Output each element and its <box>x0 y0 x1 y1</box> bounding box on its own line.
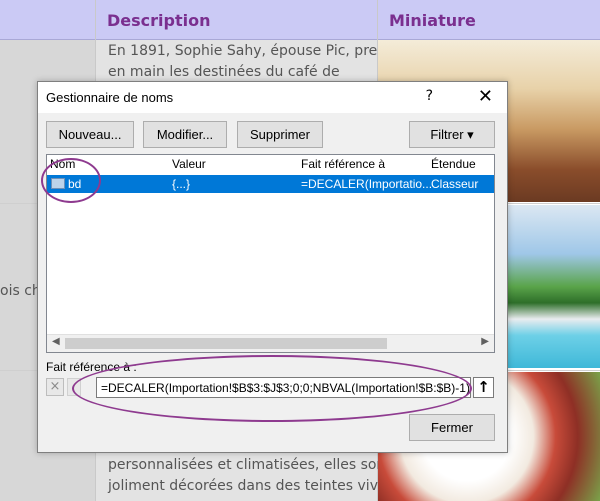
header-cell-miniature[interactable]: Miniature <box>377 0 600 40</box>
help-icon[interactable]: ? <box>426 88 433 104</box>
list-item-value: {...} <box>172 177 191 191</box>
description-text-row1-line2: en main les destinées du café de <box>108 64 340 80</box>
delete-button[interactable]: Supprimer <box>237 121 323 148</box>
annotation-ellipse-name <box>41 158 101 203</box>
description-text-row3-line1: personnalisées et climatisées, elles son… <box>108 457 391 473</box>
header-miniature-label: Miniature <box>389 11 476 30</box>
cancel-edit-icon[interactable]: × <box>46 378 64 396</box>
dialog-title: Gestionnaire de noms <box>46 90 174 105</box>
scroll-right-icon[interactable]: ▶ <box>481 336 489 347</box>
header-cell-blank <box>0 0 96 40</box>
filter-button[interactable]: Filtrer ▾ <box>409 121 495 148</box>
annotation-ellipse-formula <box>72 355 472 422</box>
column-header-value[interactable]: Valeur <box>172 157 206 171</box>
scrollbar-thumb[interactable] <box>65 338 387 349</box>
new-button[interactable]: Nouveau... <box>46 121 134 148</box>
close-button[interactable]: Fermer <box>409 414 495 441</box>
names-list[interactable]: Nom Valeur Fait référence à Étendue bd {… <box>46 154 495 353</box>
description-text-row1-line1: En 1891, Sophie Sahy, épouse Pic, prenai… <box>108 43 405 59</box>
header-cell-description[interactable]: Description <box>96 0 377 40</box>
horizontal-scrollbar[interactable]: ◀ ▶ <box>47 334 494 352</box>
list-item-refers-to: =DECALER(Importatio... <box>301 177 433 191</box>
close-icon[interactable]: ✕ <box>478 86 493 107</box>
list-item-scope: Classeur <box>431 177 479 191</box>
edit-button[interactable]: Modifier... <box>143 121 227 148</box>
description-text-row3-line2: joliment décorées dans des teintes vives <box>108 478 394 494</box>
column-header-scope[interactable]: Étendue <box>431 157 476 171</box>
dialog-titlebar[interactable]: Gestionnaire de noms ? ✕ <box>38 82 507 113</box>
column-header-refers-to[interactable]: Fait référence à <box>301 157 385 171</box>
scroll-left-icon[interactable]: ◀ <box>52 336 60 347</box>
collapse-dialog-icon[interactable]: ↑ <box>473 377 494 398</box>
list-item-selected[interactable]: bd {...} =DECALER(Importatio... Classeur <box>47 175 494 193</box>
header-description-label: Description <box>107 11 211 30</box>
